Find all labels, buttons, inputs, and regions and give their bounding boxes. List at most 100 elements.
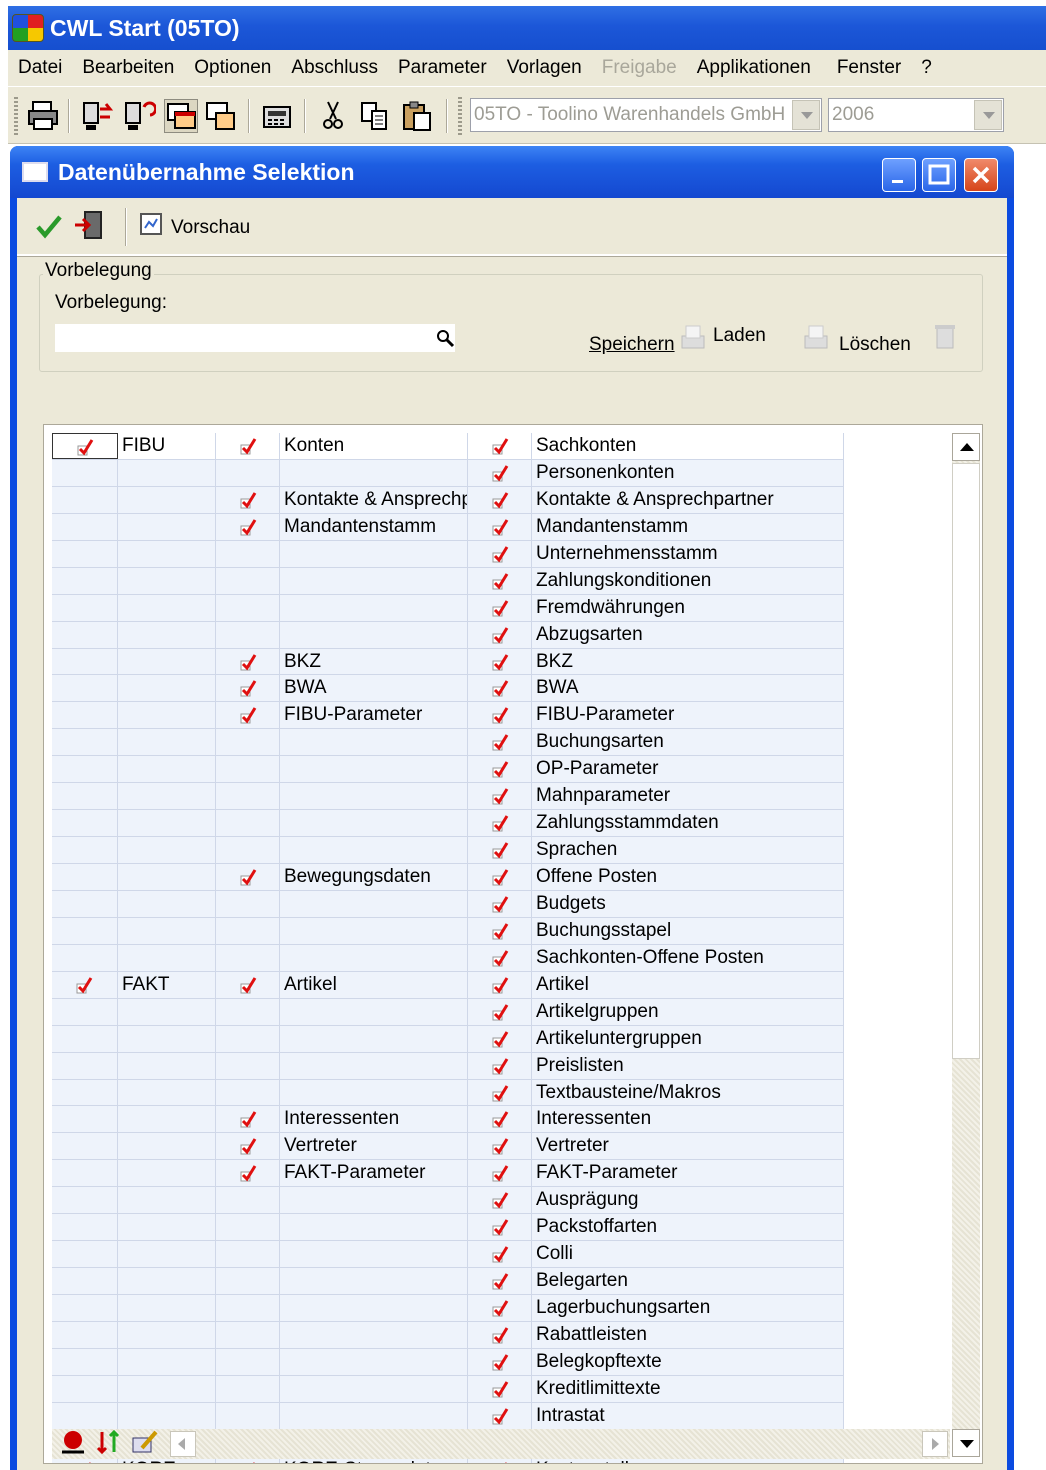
exit-door-icon[interactable] [73, 210, 107, 246]
checkbox-checked-icon[interactable] [492, 679, 510, 697]
grid-cell-check[interactable] [468, 1187, 532, 1214]
grid-cell-check[interactable] [468, 1133, 532, 1160]
grid-cell-check[interactable] [468, 540, 532, 567]
checkbox-checked-icon[interactable] [492, 895, 510, 913]
menu-vorlagen[interactable]: Vorlagen [497, 57, 592, 79]
table-row[interactable]: Artikeluntergruppen [52, 1025, 844, 1053]
edit-selection-icon[interactable] [130, 1428, 160, 1456]
grid-cell-text[interactable]: BKZ [280, 648, 468, 675]
grid-cell-text[interactable] [118, 837, 216, 863]
table-row[interactable]: Sprachen [52, 837, 844, 864]
grid-cell-text[interactable]: Sprachen [532, 837, 844, 863]
checkbox-checked-icon[interactable] [492, 464, 510, 482]
grid-cell-check[interactable] [468, 864, 532, 890]
grid-cell-check[interactable] [468, 1214, 532, 1241]
grid-cell-text[interactable] [118, 729, 216, 756]
grid-cell-text[interactable]: Textbausteine/Makros [532, 1079, 844, 1106]
grid-cell-text[interactable]: Zahlungsstammdaten [532, 810, 844, 837]
table-row[interactable]: Zahlungsstammdaten [52, 810, 844, 838]
grid-cell-text[interactable]: Buchungsarten [532, 729, 844, 756]
grid-cell-text[interactable] [280, 1321, 468, 1348]
checkbox-checked-icon[interactable] [492, 626, 510, 644]
grid-cell-text[interactable] [280, 944, 468, 971]
table-row[interactable]: Mandantenstamm Mandantenstamm [52, 513, 844, 541]
grid-cell-text[interactable] [118, 1375, 216, 1402]
grid-cell-text[interactable] [280, 621, 468, 648]
grid-cell-text[interactable]: FAKT-Parameter [532, 1160, 844, 1187]
table-row[interactable]: Kontakte & Ansprechpartner Kontakte & Ans… [52, 486, 844, 514]
grid-cell-text[interactable]: BKZ [532, 648, 844, 675]
checkbox-checked-icon[interactable] [492, 491, 510, 509]
table-row[interactable]: Bewegungsdaten Offene Posten [52, 864, 844, 891]
grid-cell-check[interactable] [216, 513, 280, 540]
grid-cell-text[interactable]: Belegarten [532, 1268, 844, 1294]
grid-cell-text[interactable] [118, 756, 216, 783]
grid-cell-text[interactable]: OP-Parameter [532, 756, 844, 783]
grid-cell-text[interactable] [118, 1133, 216, 1160]
grid-cell-text[interactable]: Kreditlimittexte [532, 1375, 844, 1402]
grid-cell-check[interactable] [216, 1106, 280, 1133]
grid-cell-text[interactable]: FAKT-Parameter [280, 1160, 468, 1187]
grid-cell-text[interactable] [280, 1079, 468, 1106]
checkbox-checked-icon[interactable] [492, 1380, 510, 1398]
checkbox-checked-icon[interactable] [492, 868, 510, 886]
grid-cell-check[interactable] [468, 594, 532, 621]
calculator-icon[interactable] [260, 99, 294, 133]
grid-cell-check[interactable] [468, 810, 532, 837]
checkbox-checked-icon[interactable] [492, 1299, 510, 1317]
grid-cell-text[interactable]: Zahlungskonditionen [532, 567, 844, 594]
window-cascade-icon[interactable] [204, 99, 238, 133]
grid-cell-check[interactable] [468, 621, 532, 648]
grid-cell-text[interactable] [280, 890, 468, 917]
table-row[interactable]: Fremdwährungen [52, 594, 844, 622]
grid-cell-text[interactable]: Artikel [532, 971, 844, 998]
checkbox-checked-icon[interactable] [492, 437, 510, 455]
grid-cell-text[interactable]: Ausprägung [532, 1187, 844, 1214]
grid-cell-text[interactable]: FAKT [118, 971, 216, 998]
scroll-up-icon[interactable] [952, 433, 980, 461]
grid-cell-text[interactable]: Lagerbuchungsarten [532, 1295, 844, 1321]
chevron-down-icon[interactable] [974, 100, 1002, 130]
checkbox-checked-icon[interactable] [492, 1218, 510, 1236]
minimize-button[interactable] [882, 158, 916, 192]
table-row[interactable]: Preislisten [52, 1052, 844, 1080]
grid-cell-check[interactable] [468, 783, 532, 810]
grid-cell-text[interactable] [118, 594, 216, 621]
table-row[interactable]: Colli [52, 1241, 844, 1269]
scroll-thumb[interactable] [952, 463, 980, 1059]
checkbox-checked-icon[interactable] [240, 679, 258, 697]
grid-cell-text[interactable] [118, 459, 216, 486]
menu-applikationen[interactable]: Applikationen [687, 57, 821, 79]
checkbox-checked-icon[interactable] [240, 1137, 258, 1155]
checkbox-checked-icon[interactable] [240, 653, 258, 671]
grid-cell-text[interactable] [118, 1052, 216, 1079]
checkbox-checked-icon[interactable] [492, 1326, 510, 1344]
table-row[interactable]: Sachkonten-Offene Posten [52, 944, 844, 972]
grid-cell-text[interactable] [280, 783, 468, 810]
grid-cell-check[interactable] [468, 1106, 532, 1133]
grid-cell-text[interactable] [118, 621, 216, 648]
checkbox-checked-icon[interactable] [240, 1164, 258, 1182]
grid-cell-text[interactable] [118, 917, 216, 944]
checkbox-checked-icon[interactable] [492, 518, 510, 536]
checkbox-checked-icon[interactable] [492, 1407, 510, 1425]
grid-cell-text[interactable] [118, 1079, 216, 1106]
grid-cell-text[interactable]: Unternehmensstamm [532, 540, 844, 567]
toolbar-grip[interactable] [458, 97, 462, 135]
grid-cell-check[interactable] [216, 971, 280, 998]
grid-cell-check[interactable] [468, 917, 532, 944]
grid-cell-text[interactable] [280, 1348, 468, 1375]
checkbox-checked-icon[interactable] [492, 1245, 510, 1263]
grid-cell-text[interactable] [118, 1241, 216, 1268]
checkbox-checked-icon[interactable] [492, 814, 510, 832]
grid-cell-check[interactable] [468, 513, 532, 540]
grid-cell-text[interactable] [118, 810, 216, 837]
table-row[interactable]: Packstoffarten [52, 1214, 844, 1242]
grid-cell-text[interactable] [280, 594, 468, 621]
table-row[interactable]: Belegarten [52, 1268, 844, 1295]
menu-parameter[interactable]: Parameter [388, 57, 497, 79]
table-row[interactable]: Rabattleisten [52, 1321, 844, 1349]
grid-cell-text[interactable]: Artikeluntergruppen [532, 1025, 844, 1052]
checkbox-checked-icon[interactable] [77, 438, 95, 456]
table-row[interactable]: Belegkopftexte [52, 1348, 844, 1376]
